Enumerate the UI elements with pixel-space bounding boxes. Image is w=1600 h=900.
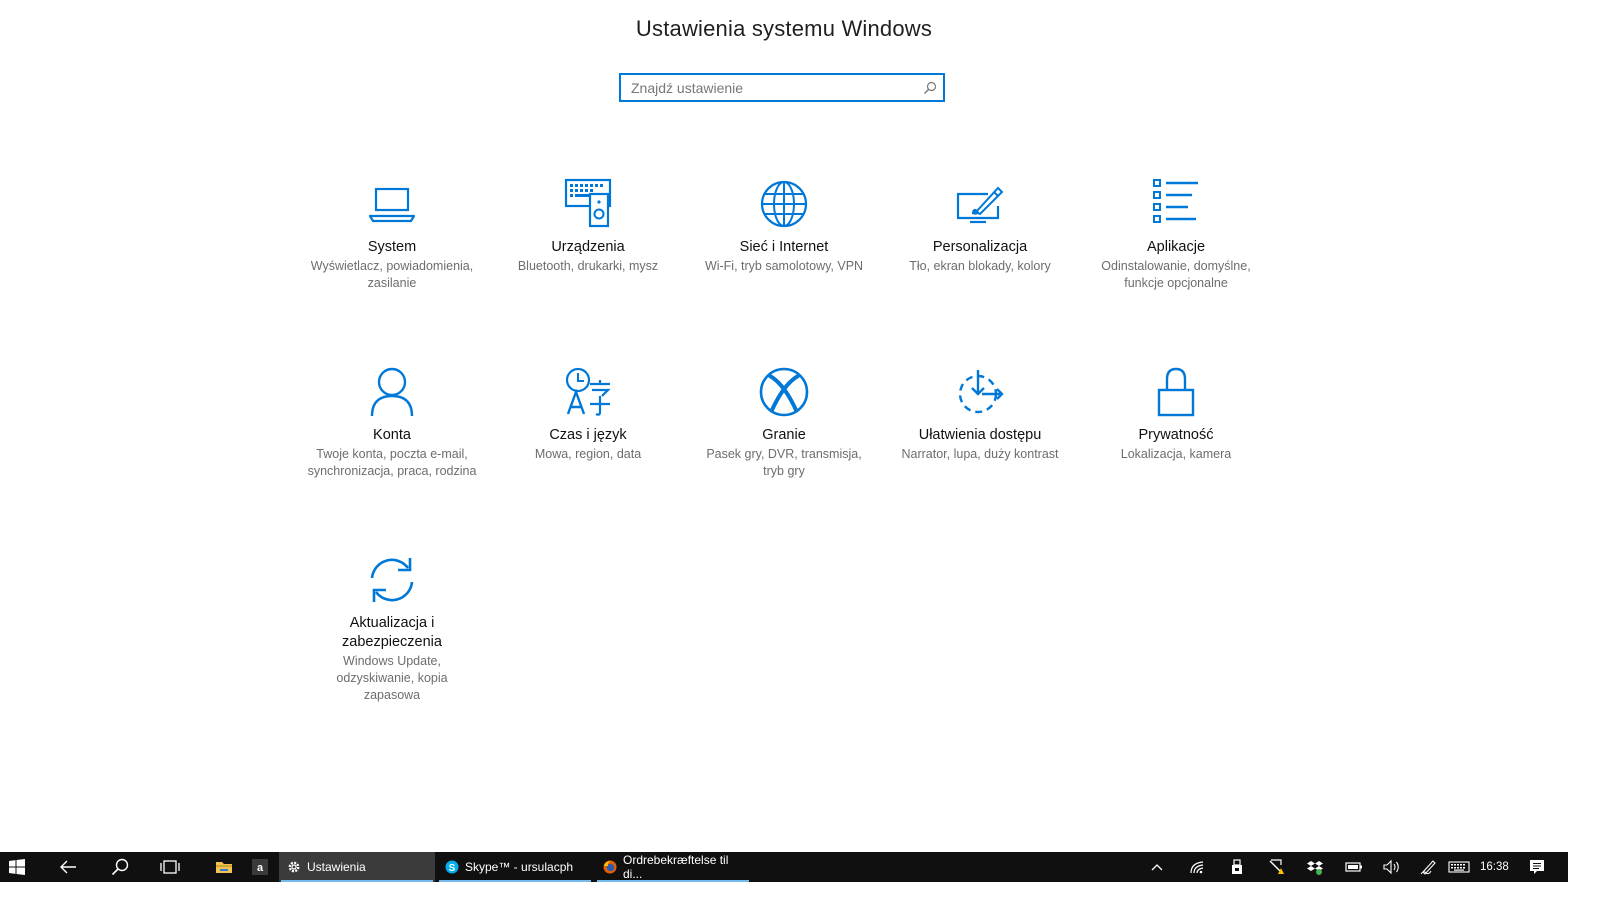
dropbox-icon xyxy=(1307,860,1323,875)
file-explorer-button[interactable] xyxy=(208,852,240,882)
taskbar-app-settings[interactable]: Ustawienia xyxy=(279,852,435,882)
tile-title: Aplikacje xyxy=(1146,239,1206,255)
action-center-button[interactable] xyxy=(1524,852,1550,882)
show-hidden-icons-button[interactable] xyxy=(1146,852,1168,882)
tile-title: Granie xyxy=(762,427,806,443)
keyboard-icon xyxy=(1448,861,1470,873)
globe-icon xyxy=(760,180,808,228)
search-box[interactable] xyxy=(619,73,945,102)
taskbar-app-skype[interactable]: S Skype™ - ursulacph xyxy=(437,852,593,882)
taskbar-app-label: Skype™ - ursulacph xyxy=(465,860,574,874)
svg-text:S: S xyxy=(449,863,456,874)
tile-gaming[interactable]: Granie Pasek gry, DVR, transmisja, tryb … xyxy=(699,364,869,480)
skype-icon: S xyxy=(445,860,459,874)
tile-description: Narrator, lupa, duży kontrast xyxy=(901,447,1059,461)
search-icon xyxy=(111,858,129,876)
speaker-icon xyxy=(1383,860,1399,874)
tile-title: Czas i język xyxy=(549,427,627,443)
tile-title: Prywatność xyxy=(1138,427,1214,443)
tile-network[interactable]: Sieć i Internet Wi-Fi, tryb samolotowy, … xyxy=(699,176,869,275)
tile-description: Tło, ekran blokady, kolory xyxy=(909,259,1051,273)
tile-personalization[interactable]: Personalizacja Tło, ekran blokady, kolor… xyxy=(895,176,1065,275)
taskbar-app-firefox[interactable]: Ordrebekræftelse til di... xyxy=(595,852,751,882)
tray-dropbox[interactable] xyxy=(1304,852,1326,882)
tile-time-language[interactable]: Czas i język Mowa, region, data xyxy=(503,364,673,463)
tile-description: Lokalizacja, kamera xyxy=(1120,447,1232,461)
tray-battery[interactable] xyxy=(1343,852,1365,882)
tile-description: Wyświetlacz, powiadomienia, zasilanie xyxy=(310,259,474,290)
tile-description: Twoje konta, poczta e-mail, synchronizac… xyxy=(307,447,477,478)
taskbar-app-label: Ustawienia xyxy=(307,860,366,874)
firefox-icon xyxy=(603,860,617,874)
back-button[interactable] xyxy=(50,852,86,882)
tile-description: Pasek gry, DVR, transmisja, tryb gry xyxy=(706,447,862,478)
tile-ease-of-access[interactable]: Ułatwienia dostępu Narrator, lupa, duży … xyxy=(895,364,1065,463)
clock[interactable]: 16:38 xyxy=(1480,852,1509,882)
taskbar-app-label: Ordrebekræftelse til di... xyxy=(623,853,729,881)
page-title: Ustawienia systemu Windows xyxy=(635,16,933,41)
tile-update-security[interactable]: Aktualizacja i zabezpieczenia Windows Up… xyxy=(307,552,477,704)
folder-icon xyxy=(216,862,232,873)
pen-workspace-icon xyxy=(1420,860,1436,875)
devices-icon xyxy=(564,178,612,228)
taskbar: a Ustawienia S Skype™ - ursulacph Ordreb… xyxy=(0,852,1568,882)
tile-title: Aktualizacja i zabezpieczenia xyxy=(342,615,442,650)
tray-network[interactable] xyxy=(1186,852,1208,882)
tile-title: System xyxy=(367,239,417,255)
tray-pen[interactable] xyxy=(1418,852,1440,882)
lock-icon xyxy=(1157,367,1195,417)
laptop-icon xyxy=(368,187,416,223)
usb-lock-icon xyxy=(1232,859,1242,874)
tile-apps[interactable]: Aplikacje Odinstalowanie, domyślne, funk… xyxy=(1091,176,1261,292)
wifi-icon xyxy=(1190,861,1204,874)
tile-title: Konta xyxy=(373,427,411,443)
gear-icon xyxy=(288,861,300,873)
chevron-up-icon xyxy=(1151,864,1163,871)
active-indicator xyxy=(597,880,749,882)
notifications-icon xyxy=(1530,860,1544,874)
tray-warning[interactable] xyxy=(1265,852,1287,882)
tile-description: Windows Update, odzyskiwanie, kopia zapa… xyxy=(336,654,448,702)
tile-title: Personalizacja xyxy=(932,239,1028,255)
amazon-button[interactable]: a xyxy=(244,852,276,882)
tile-description: Odinstalowanie, domyślne, funkcje opcjon… xyxy=(1101,259,1251,290)
tile-accounts[interactable]: Konta Twoje konta, poczta e-mail, synchr… xyxy=(307,364,477,480)
active-indicator xyxy=(281,880,433,882)
tray-volume[interactable] xyxy=(1381,852,1403,882)
tile-system[interactable]: System Wyświetlacz, powiadomienia, zasil… xyxy=(307,176,477,292)
start-button[interactable] xyxy=(0,852,34,882)
active-indicator xyxy=(439,880,591,882)
tray-touch-keyboard[interactable] xyxy=(1446,852,1472,882)
sync-icon xyxy=(370,558,414,602)
xbox-icon xyxy=(759,367,809,417)
tile-privacy[interactable]: Prywatność Lokalizacja, kamera xyxy=(1091,364,1261,463)
back-arrow-icon xyxy=(60,860,76,874)
person-icon xyxy=(370,367,414,417)
warning-icon xyxy=(1269,859,1284,874)
svg-text:a: a xyxy=(257,862,264,874)
tile-devices[interactable]: Urządzenia Bluetooth, drukarki, mysz xyxy=(503,176,673,275)
time-language-icon xyxy=(565,367,611,416)
windows-logo-icon xyxy=(9,859,25,875)
tile-description: Wi-Fi, tryb samolotowy, VPN xyxy=(704,259,864,273)
tile-title: Ułatwienia dostępu xyxy=(918,427,1042,443)
search-input[interactable] xyxy=(631,75,911,100)
tray-vpn[interactable] xyxy=(1226,852,1248,882)
ease-of-access-icon xyxy=(958,370,1004,414)
task-view-icon xyxy=(160,860,180,874)
search-icon[interactable] xyxy=(923,81,937,95)
personalization-icon xyxy=(956,186,1004,224)
amazon-icon: a xyxy=(252,859,268,875)
tile-title: Urządzenia xyxy=(551,239,625,255)
search-taskbar-button[interactable] xyxy=(102,852,138,882)
task-view-button[interactable] xyxy=(152,852,188,882)
tile-title: Sieć i Internet xyxy=(739,239,829,255)
tile-description: Bluetooth, drukarki, mysz xyxy=(517,259,659,273)
apps-list-icon xyxy=(1153,179,1198,223)
battery-icon xyxy=(1345,862,1362,872)
tile-description: Mowa, region, data xyxy=(534,447,642,461)
